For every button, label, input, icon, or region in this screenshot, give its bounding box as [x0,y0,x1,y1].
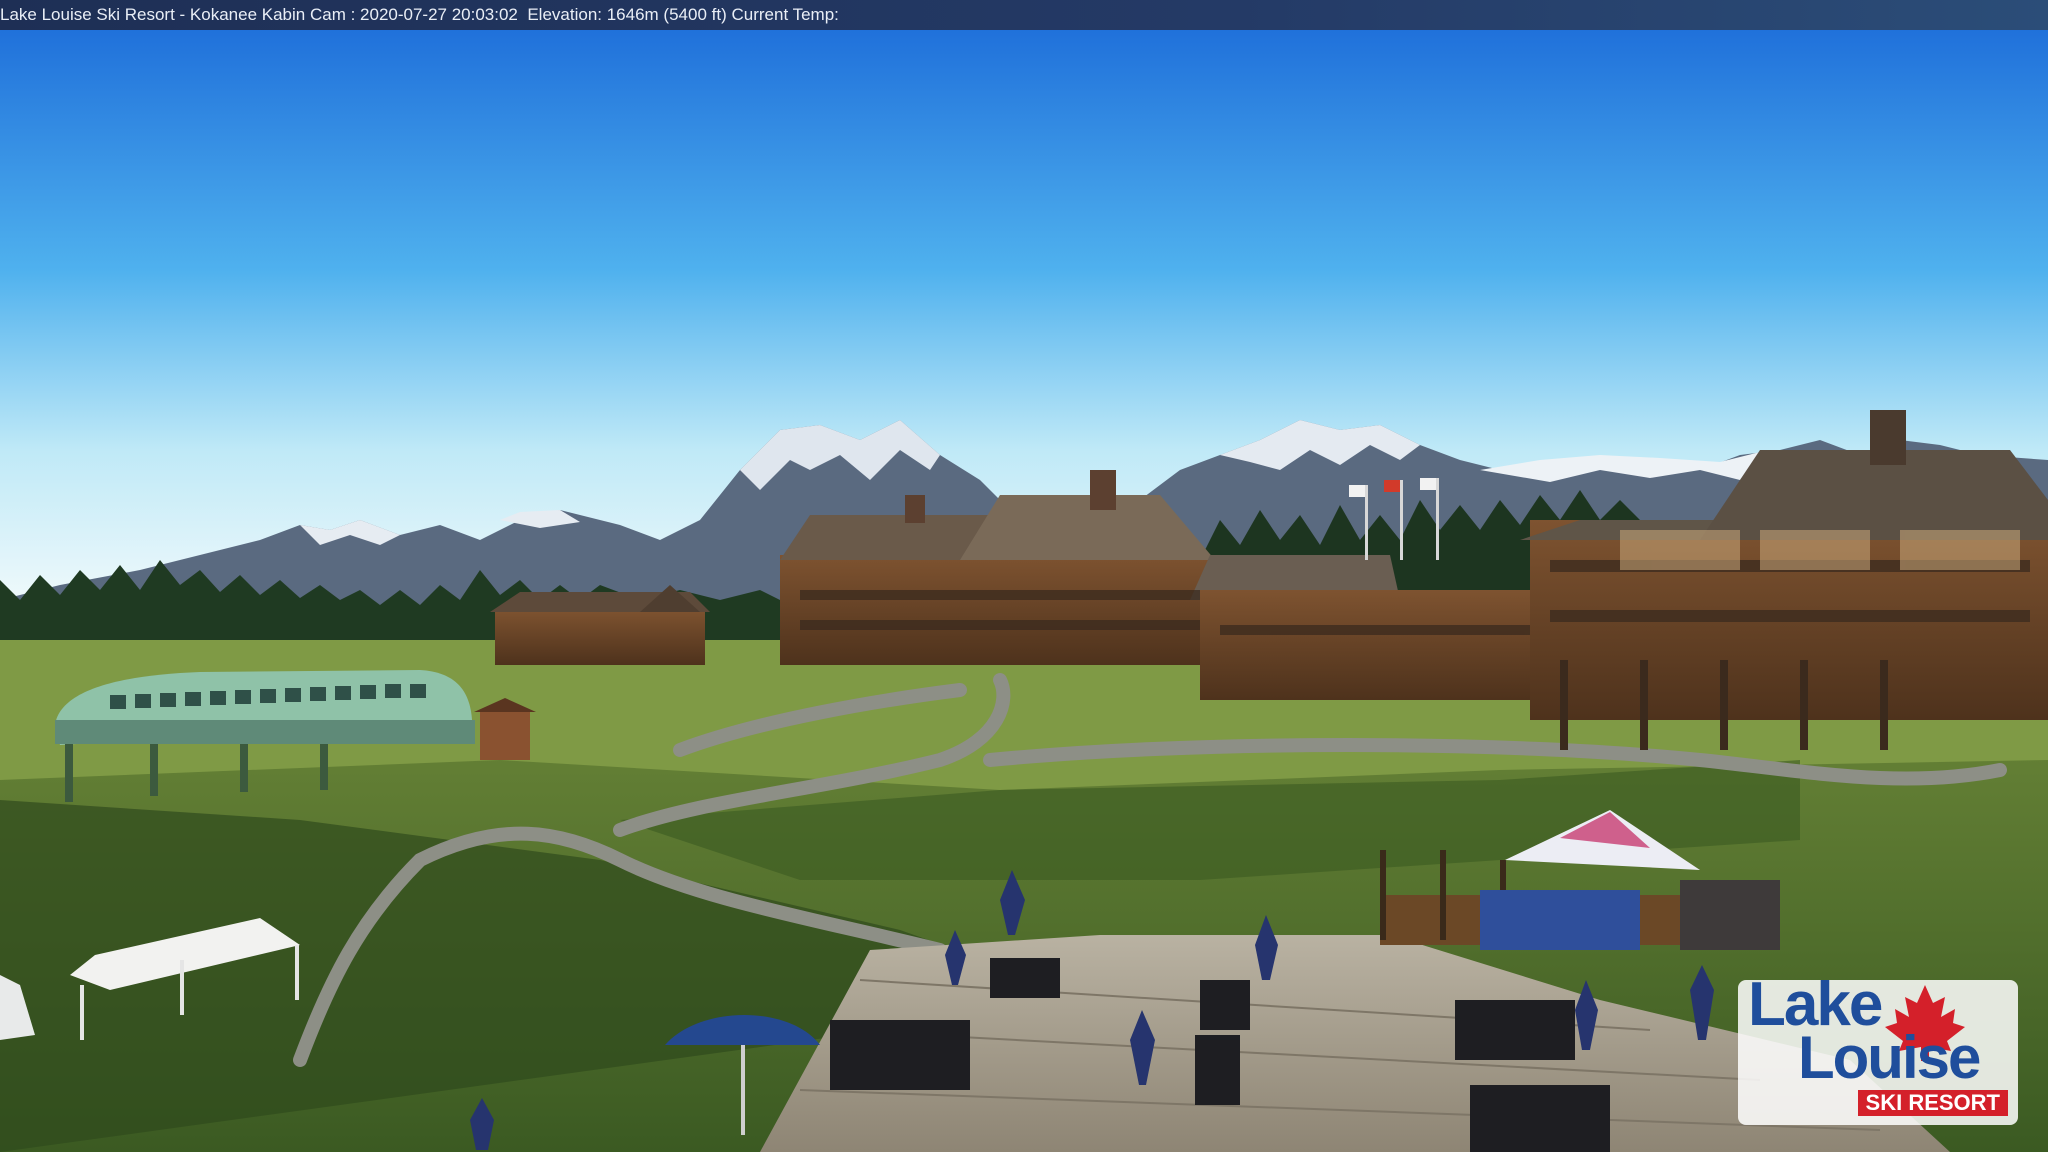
elevation-readout: Elevation: 1646m (5400 ft) [527,5,727,24]
lake-louise-logo: Lake Louise SKI RESORT [1748,974,2018,1124]
webcam-scene [0,0,2048,1152]
capture-timestamp: 2020-07-27 20:03:02 [360,5,518,24]
camera-caption-bar: Lake Louise Ski Resort - Kokanee Kabin C… [0,0,2048,30]
logo-line-ski-resort: SKI RESORT [1857,1090,2008,1116]
logo-line-louise: Louise [1798,1024,1981,1091]
resort-camera-name: Lake Louise Ski Resort - Kokanee Kabin C… [0,5,346,24]
small-lodge [490,585,710,665]
current-temp-label: Current Temp: [731,5,839,24]
caption-separator: : [345,5,361,24]
